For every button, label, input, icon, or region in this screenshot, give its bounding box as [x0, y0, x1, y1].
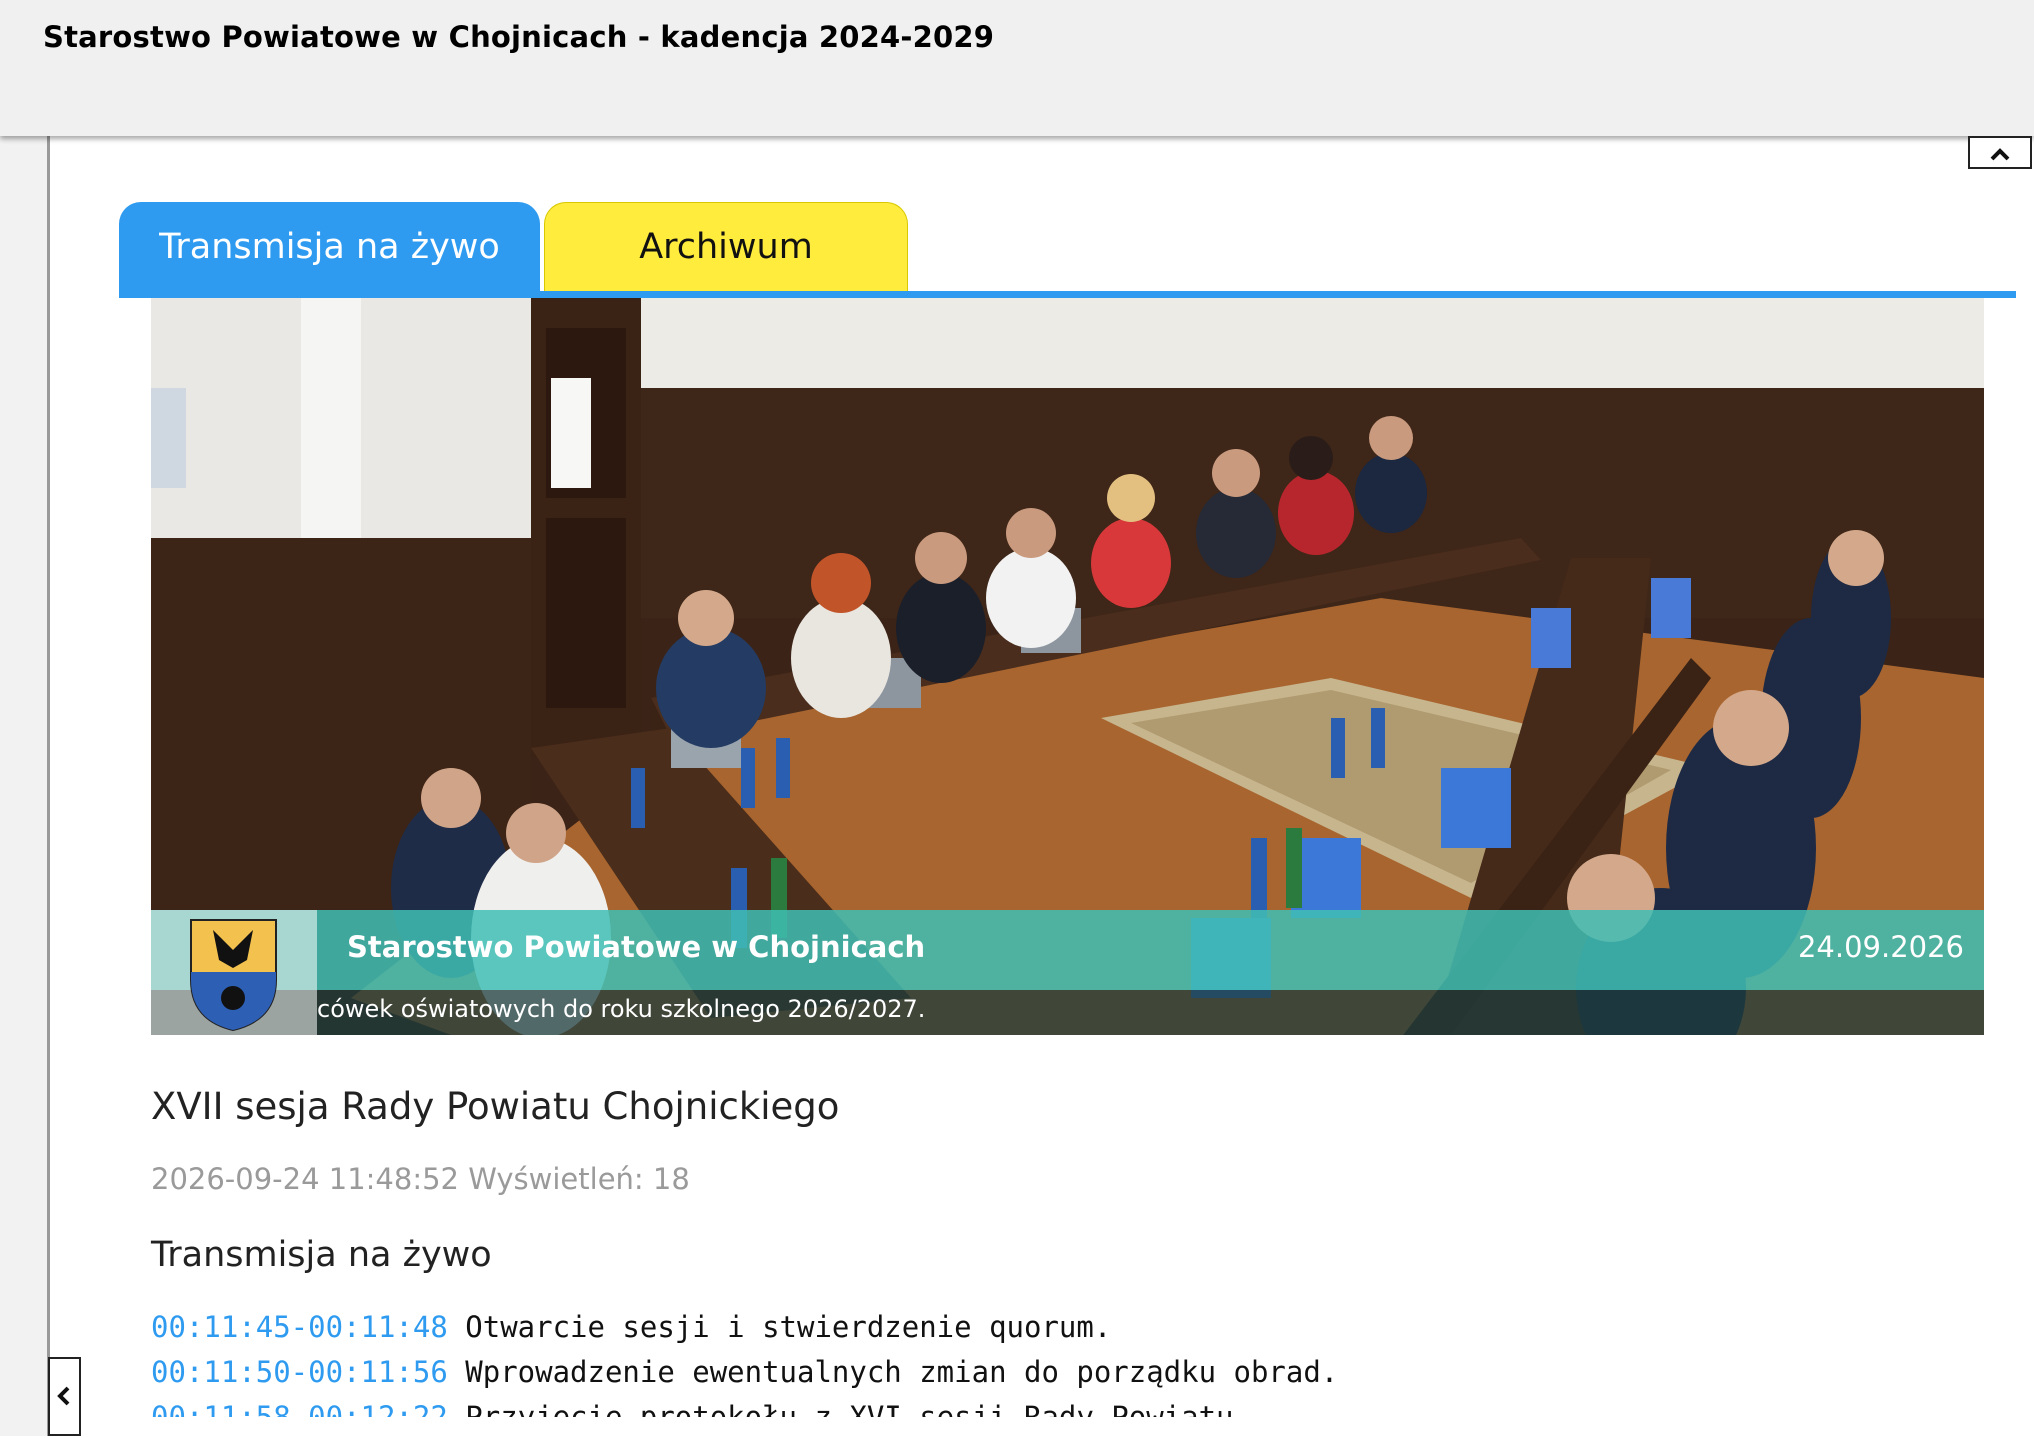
crest-logo	[151, 910, 317, 1035]
page-title: Starostwo Powiatowe w Chojnicach - kaden…	[43, 20, 995, 54]
left-sidebar	[0, 136, 50, 1436]
tab-live-stream[interactable]: Transmisja na żywo	[119, 202, 540, 291]
agenda-time-link[interactable]: 00:11:58-00:12:22	[151, 1400, 448, 1417]
session-title: XVII sesja Rady Powiatu Chojnickiego	[151, 1085, 840, 1128]
agenda-item: 00:11:45-00:11:48 Otwarcie sesji i stwie…	[151, 1305, 1951, 1350]
agenda-item-text: Wprowadzenie ewentualnych zmian do porzą…	[465, 1355, 1339, 1389]
agenda-heading: Transmisja na żywo	[151, 1235, 492, 1275]
collapse-header-button[interactable]	[1968, 136, 2032, 169]
video-ticker-text: ców​ek oświatowych do roku szkolnego 202…	[317, 995, 926, 1023]
agenda-item: 00:11:50-00:11:56 Wprowadzenie ewentualn…	[151, 1350, 1951, 1395]
video-overlay-date: 24.09.2026	[1797, 930, 1964, 964]
chevron-left-icon	[57, 1386, 70, 1406]
agenda-time-link[interactable]: 00:11:45-00:11:48	[151, 1310, 448, 1344]
collapse-sidebar-button[interactable]	[48, 1357, 81, 1436]
chevron-up-icon	[1990, 148, 2010, 161]
tab-underline	[119, 291, 2016, 298]
tab-archive[interactable]: Archiwum	[544, 202, 908, 291]
session-meta: 2026-09-24 11:48:52 Wyświetleń: 18	[151, 1162, 690, 1196]
agenda-list: 00:11:45-00:11:48 Otwarcie sesji i stwie…	[151, 1305, 1951, 1417]
coat-of-arms-icon	[190, 919, 277, 1032]
agenda-item-text: Otwarcie sesji i stwierdzenie quorum.	[465, 1310, 1112, 1344]
video-player[interactable]: Starostwo Powiatowe w Chojnicach 24.09.2…	[151, 298, 1984, 1035]
video-overlay-title: Starostwo Powiatowe w Chojnicach	[347, 930, 926, 964]
page-header: Starostwo Powiatowe w Chojnicach - kaden…	[0, 0, 2034, 136]
agenda-item-text: Przyjęcie protokołu z XVI sesji Rady Pow…	[465, 1400, 1251, 1417]
tab-bar: Transmisja na żywo Archiwum	[119, 202, 2016, 298]
agenda-item: 00:11:58-00:12:22 Przyjęcie protokołu z …	[151, 1395, 1951, 1417]
agenda-time-link[interactable]: 00:11:50-00:11:56	[151, 1355, 448, 1389]
